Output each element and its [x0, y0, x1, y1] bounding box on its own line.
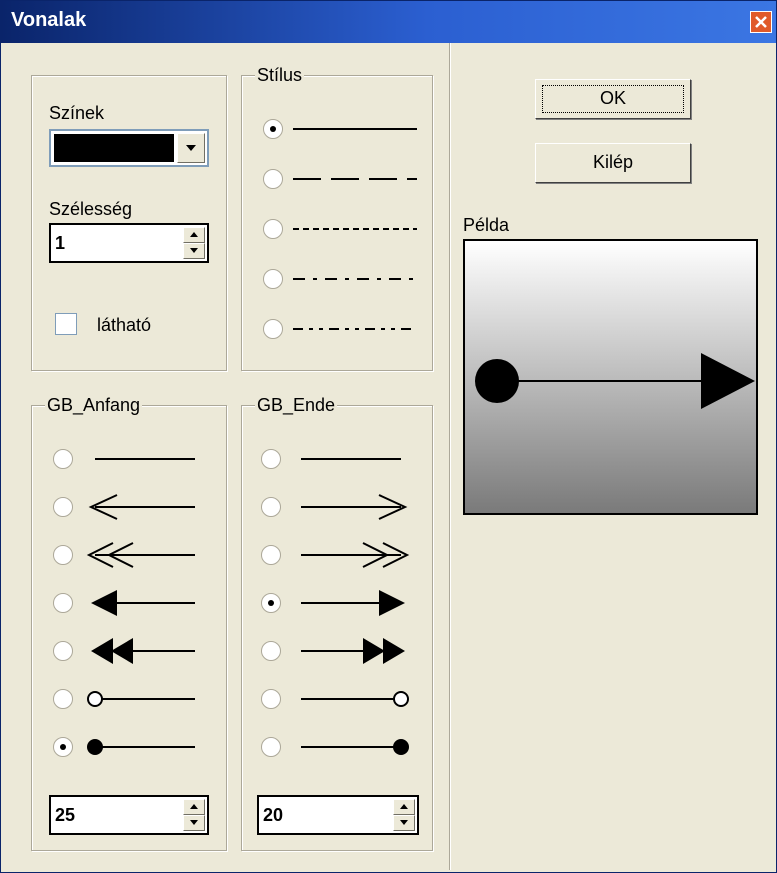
visible-checkbox[interactable] — [55, 313, 77, 335]
width-spin-down[interactable] — [183, 243, 205, 259]
width-spin-up[interactable] — [183, 227, 205, 243]
style-line-solid — [293, 128, 417, 130]
end-line-double-open-arrow — [301, 542, 410, 568]
start-spin-up[interactable] — [183, 799, 205, 815]
exit-button[interactable]: Kilép — [535, 143, 691, 183]
start-line-double-filled-arrow — [91, 638, 195, 664]
end-line-none — [301, 458, 401, 460]
color-dropdown-button[interactable] — [177, 133, 205, 163]
visible-label: látható — [97, 315, 152, 335]
end-radio-filled-arrow[interactable] — [261, 593, 281, 613]
start-radio-none[interactable] — [53, 449, 73, 469]
width-label: Szélesség — [49, 199, 133, 219]
arrow-down-icon — [190, 248, 198, 253]
start-group-label: GB_Anfang — [45, 395, 143, 415]
ok-button[interactable]: OK — [535, 79, 691, 119]
arrow-down-icon — [190, 820, 198, 825]
start-radio-open-arrow[interactable] — [53, 497, 73, 517]
chevron-down-icon — [186, 145, 196, 151]
title-bar[interactable]: Vonalak — [1, 1, 776, 43]
end-radio-double-filled-arrow[interactable] — [261, 641, 281, 661]
style-radio-solid[interactable] — [263, 119, 283, 139]
start-size-value[interactable]: 25 — [55, 805, 75, 826]
window-title: Vonalak — [11, 9, 87, 31]
start-line-double-open-arrow — [86, 542, 195, 568]
style-line-dashed — [293, 178, 417, 180]
end-size-spinner[interactable]: 20 — [257, 795, 419, 835]
close-button[interactable] — [750, 11, 772, 33]
start-line-none — [95, 458, 195, 460]
dialog-client: Színek Szélesség 1 látható Stílus GB_Anf… — [5, 43, 772, 870]
preview-canvas — [463, 239, 758, 515]
width-value[interactable]: 1 — [55, 233, 65, 254]
style-radio-dash-dot-dot[interactable] — [263, 319, 283, 339]
arrow-down-icon — [400, 820, 408, 825]
end-size-value[interactable]: 20 — [263, 805, 283, 826]
arrow-up-icon — [190, 804, 198, 809]
color-combo[interactable] — [49, 129, 209, 167]
width-spinner[interactable]: 1 — [49, 223, 209, 263]
end-line-filled-arrow — [301, 590, 405, 616]
start-radio-open-circle[interactable] — [53, 689, 73, 709]
start-line-open-circle — [87, 691, 195, 707]
end-spin-down[interactable] — [393, 815, 415, 831]
panel-divider — [449, 43, 451, 870]
end-radio-open-arrow[interactable] — [261, 497, 281, 517]
start-line-open-arrow — [88, 494, 195, 520]
style-radio-dashed[interactable] — [263, 169, 283, 189]
preview-label: Példa — [463, 215, 510, 235]
end-line-filled-circle — [301, 739, 409, 755]
close-icon — [755, 16, 767, 28]
color-swatch — [54, 134, 174, 162]
end-line-double-filled-arrow — [301, 638, 405, 664]
arrow-up-icon — [190, 232, 198, 237]
start-line-filled-arrow — [91, 590, 195, 616]
end-line-open-arrow — [301, 494, 408, 520]
style-line-dotted — [293, 228, 417, 230]
style-line-dash-dot-dot — [293, 328, 417, 330]
end-radio-double-open-arrow[interactable] — [261, 545, 281, 565]
end-group-label: GB_Ende — [255, 395, 338, 415]
start-radio-double-filled-arrow[interactable] — [53, 641, 73, 661]
start-spin-down[interactable] — [183, 815, 205, 831]
style-group-label: Stílus — [255, 65, 305, 85]
style-radio-dash-dot[interactable] — [263, 269, 283, 289]
arrow-up-icon — [400, 804, 408, 809]
dialog-window: Vonalak Színek Szélesség 1 látható Stílu — [0, 0, 777, 873]
preview-line — [475, 353, 755, 409]
start-size-spinner[interactable]: 25 — [49, 795, 209, 835]
start-radio-filled-circle[interactable] — [53, 737, 73, 757]
start-radio-double-open-arrow[interactable] — [53, 545, 73, 565]
style-line-dash-dot — [293, 278, 417, 280]
start-line-filled-circle — [87, 739, 195, 755]
start-radio-filled-arrow[interactable] — [53, 593, 73, 613]
style-radio-dotted[interactable] — [263, 219, 283, 239]
end-radio-open-circle[interactable] — [261, 689, 281, 709]
end-spin-up[interactable] — [393, 799, 415, 815]
colors-label: Színek — [49, 103, 105, 123]
end-radio-none[interactable] — [261, 449, 281, 469]
end-line-open-circle — [301, 691, 409, 707]
end-radio-filled-circle[interactable] — [261, 737, 281, 757]
